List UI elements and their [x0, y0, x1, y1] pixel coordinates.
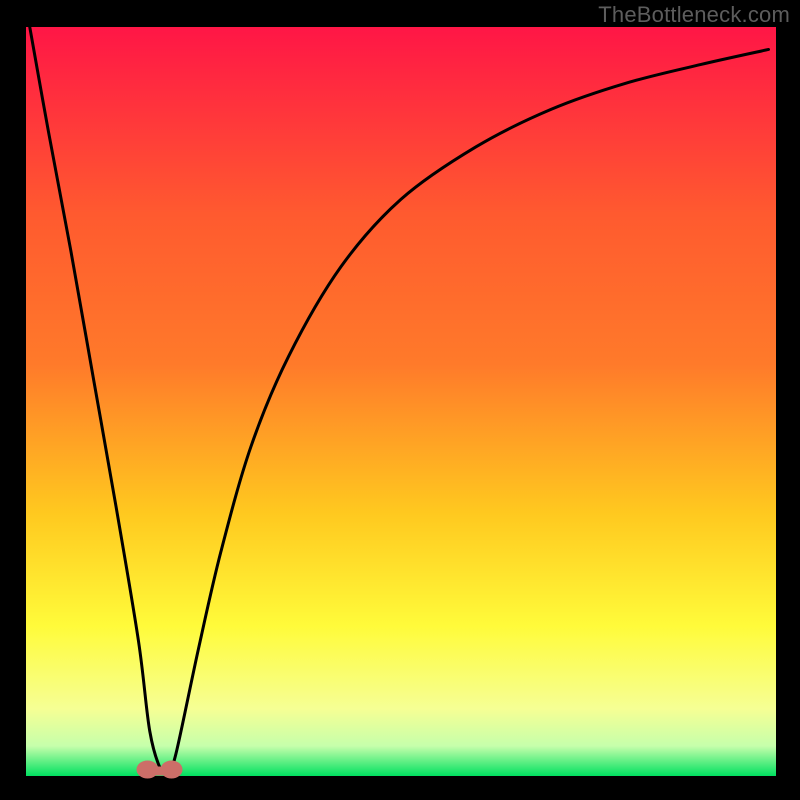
- valley-saddle: [148, 767, 172, 776]
- plot-background: [26, 27, 776, 776]
- attribution-text: TheBottleneck.com: [598, 2, 790, 28]
- bottleneck-plot: [0, 0, 800, 800]
- chart-frame: TheBottleneck.com: [0, 0, 800, 800]
